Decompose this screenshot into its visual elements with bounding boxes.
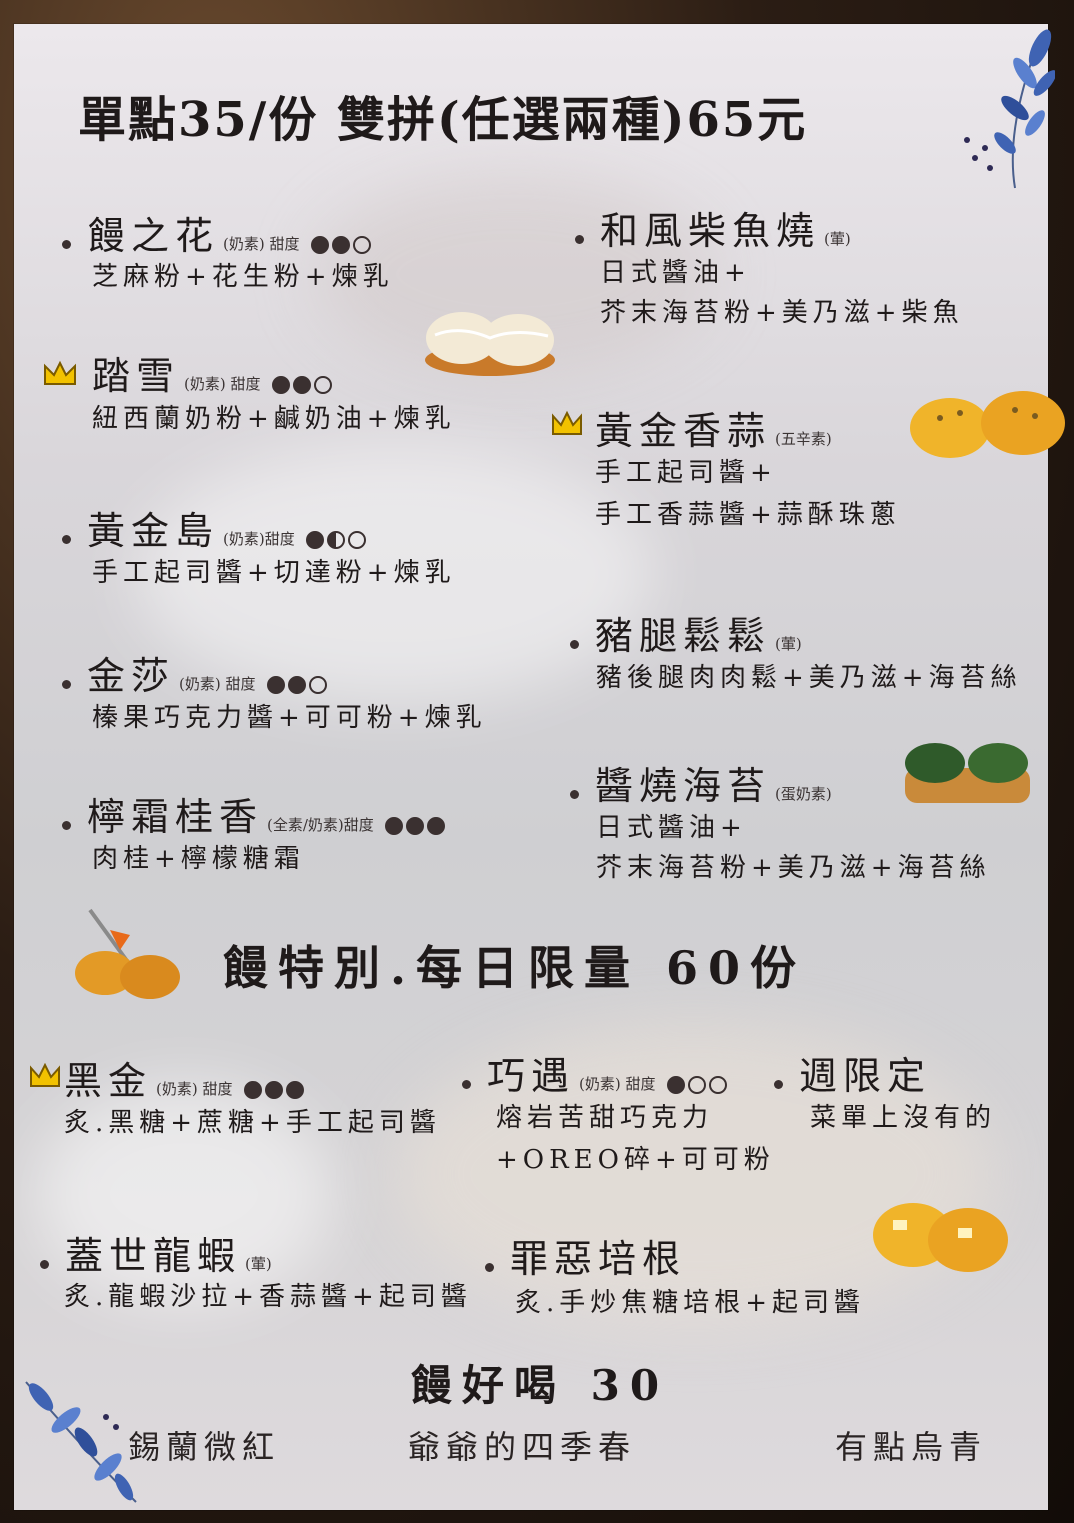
sweetness-dots [266, 675, 330, 695]
item-tag: (奶素) 甜度 [179, 675, 256, 693]
menu-item: 黃金島 (奶素)甜度 [62, 500, 369, 555]
crown-icon [552, 410, 582, 435]
takoyaki-illustration [905, 743, 1030, 803]
menu-item: 豬腿鬆鬆 (葷) [570, 605, 802, 660]
item-name: 豬腿鬆鬆 [595, 614, 772, 658]
item-tag: (奶素) 甜度 [184, 375, 261, 393]
takoyaki-illustration [75, 908, 180, 999]
item-tag: (全素/奶素)甜度 [267, 816, 374, 834]
item-name: 饅之花 [87, 214, 220, 258]
item-name: 週限定 [799, 1054, 932, 1098]
item-tag: (葷) [775, 635, 802, 653]
menu-item: 和風柴魚燒 (葷) [575, 200, 851, 255]
item-desc: +OREO碎+可可粉 [496, 1145, 775, 1175]
crown-icon [30, 1063, 60, 1087]
item-desc: 炙.黑糖+蔗糖+手工起司醬 [64, 1108, 441, 1138]
special-item: 黑金 (奶素) 甜度 [64, 1050, 307, 1105]
item-tag: (奶素) 甜度 [223, 235, 300, 253]
takoyaki-illustration [873, 1203, 1008, 1272]
menu-header: 單點35/份 雙拼(任選兩種)65元 [78, 92, 808, 148]
sweetness-dots [310, 235, 374, 255]
leaf-branch-icon [25, 1381, 137, 1503]
item-name: 蓋世龍蝦 [65, 1234, 242, 1278]
item-tag: (葷) [824, 230, 851, 248]
special-item: 蓋世龍蝦 (葷) [40, 1225, 272, 1280]
sweetness-dots [666, 1075, 730, 1095]
item-desc: 日式醬油+ [600, 258, 751, 288]
item-desc: 紐西蘭奶粉+鹹奶油+煉乳 [92, 404, 456, 434]
item-name: 金莎 [87, 654, 176, 698]
item-name: 和風柴魚燒 [600, 209, 821, 253]
item-tag: (奶素) 甜度 [579, 1075, 656, 1093]
item-desc: 熔岩苦甜巧克力 [496, 1103, 714, 1133]
item-name: 黃金島 [87, 509, 220, 553]
item-tag: (葷) [245, 1255, 272, 1273]
menu-item: 檸霜桂香 (全素/奶素)甜度 [62, 786, 448, 841]
menu-item: 踏雪 (奶素) 甜度 [92, 345, 335, 400]
item-name: 踏雪 [92, 354, 181, 398]
item-desc: 榛果巧克力醬+可可粉+煉乳 [92, 703, 487, 733]
item-name: 醬燒海苔 [595, 764, 772, 808]
drink-item: 爺爺的四季春 [408, 1428, 637, 1466]
item-desc: 豬後腿肉肉鬆+美乃滋+海苔絲 [596, 663, 1022, 693]
item-desc: 炙.龍蝦沙拉+香蒜醬+起司醬 [64, 1282, 472, 1312]
item-name: 黑金 [64, 1059, 153, 1103]
drink-item: 有點烏青 [835, 1428, 988, 1466]
item-tag: (五辛素) [775, 430, 832, 448]
item-desc: 手工起司醬+切達粉+煉乳 [92, 558, 456, 588]
item-desc: 菜單上沒有的 [810, 1103, 997, 1133]
special-item: 週限定 [774, 1045, 931, 1100]
item-desc: 芝麻粉+花生粉+煉乳 [92, 262, 394, 292]
sweetness-dots [271, 375, 335, 395]
item-desc: 日式醬油+ [596, 813, 747, 843]
item-desc: 芥末海苔粉+美乃滋+海苔絲 [596, 853, 991, 883]
menu-item: 黃金香蒜 (五辛素) [595, 400, 832, 455]
item-desc: 手工起司醬+ [595, 458, 777, 488]
item-tag: (奶素)甜度 [223, 530, 295, 548]
item-desc: 芥末海苔粉+美乃滋+柴魚 [600, 298, 964, 328]
sweetness-dots [243, 1080, 307, 1100]
special-item: 罪惡培根 [485, 1228, 686, 1283]
menu-item: 醬燒海苔 (蛋奶素) [570, 755, 832, 810]
takoyaki-illustration [910, 391, 1065, 458]
drink-item: 錫蘭微紅 [128, 1428, 281, 1466]
item-desc: 肉桂+檸檬糖霜 [92, 844, 305, 874]
leaf-branch-icon [964, 29, 1055, 189]
drinks-title: 饅好喝 30 [410, 1361, 670, 1410]
menu-item: 金莎 (奶素) 甜度 [62, 645, 330, 700]
item-name: 檸霜桂香 [87, 795, 264, 839]
item-tag: (蛋奶素) [775, 785, 832, 803]
sweetness-dots [305, 530, 369, 550]
special-title: 饅特別.每日限量 60份 [222, 941, 807, 995]
item-name: 巧遇 [487, 1054, 576, 1098]
crown-icon [44, 360, 76, 385]
item-desc: 手工香蒜醬+蒜酥珠蔥 [595, 500, 901, 530]
bullet [62, 240, 71, 249]
item-desc: 炙.手炒焦糖培根+起司醬 [515, 1288, 866, 1318]
sweetness-dots [384, 816, 448, 836]
item-name: 黃金香蒜 [595, 409, 772, 453]
menu-item: 饅之花 (奶素) 甜度 [62, 205, 374, 260]
item-tag: (奶素) 甜度 [156, 1080, 233, 1098]
special-item: 巧遇 (奶素) 甜度 [462, 1045, 730, 1100]
item-name: 罪惡培根 [510, 1237, 687, 1281]
takoyaki-illustration [425, 312, 555, 376]
